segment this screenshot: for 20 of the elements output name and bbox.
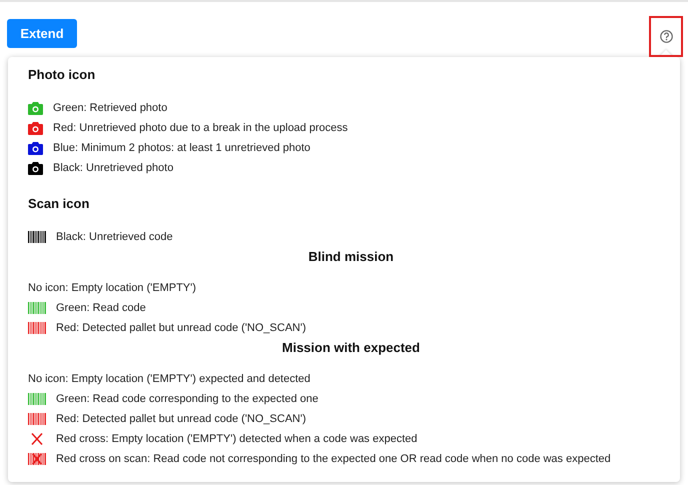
- legend-text: Green: Read code: [56, 300, 146, 316]
- legend-text: Green: Read code corresponding to the expected one: [56, 392, 318, 407]
- legend-text: No icon: Empty location ('EMPTY'): [28, 280, 196, 296]
- section-title: Blind mission: [308, 249, 394, 264]
- legend-text: Black: Unretrieved code: [56, 230, 173, 245]
- legend-text: Black: Unretrieved photo: [53, 160, 174, 176]
- extend-button[interactable]: Extend: [7, 19, 77, 48]
- section-title: Mission with expected: [282, 340, 420, 355]
- section-title: Photo icon: [28, 67, 96, 82]
- legend-text: Red: Unretrieved photo due to a break in the upload process: [53, 120, 348, 136]
- legend-text: Red: Detected pallet but unread code ('NO_SCAN'): [56, 320, 306, 336]
- legend-text: Blue: Minimum 2 photos: at least 1 unretrieved photo: [53, 140, 310, 156]
- legend-text: Red cross: Empty location ('EMPTY') detected when a code was expected: [56, 432, 418, 447]
- legend-text: Red: Detected pallet but unread code ('NO_SCAN'): [56, 412, 306, 427]
- help-icon: [660, 30, 672, 43]
- legend-text: No icon: Empty location ('EMPTY') expected and detected: [28, 372, 310, 387]
- help-button[interactable]: [649, 16, 683, 57]
- legend-text: Green: Retrieved photo: [53, 100, 168, 116]
- legend-text: Red cross on scan: Read code not corresponding to the expected one OR read code when no code was expected: [56, 452, 611, 467]
- section-title: Scan icon: [28, 196, 90, 211]
